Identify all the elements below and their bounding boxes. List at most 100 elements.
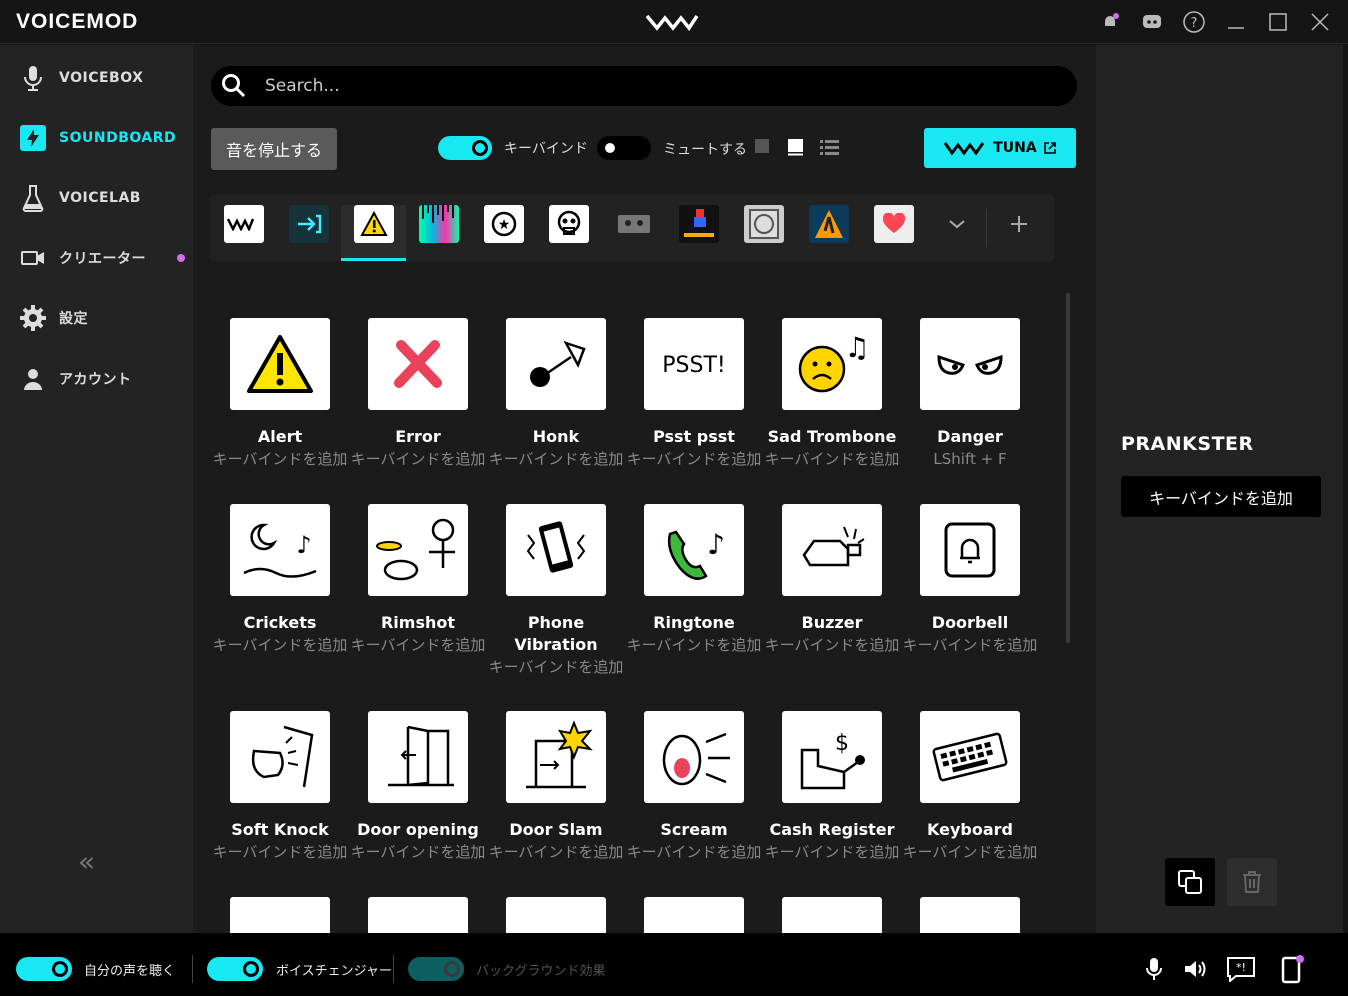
add-keybind-link[interactable]: キーバインドを追加 — [625, 634, 763, 656]
list-view-icon[interactable] — [819, 138, 841, 156]
speaker-icon[interactable] — [1180, 953, 1212, 985]
add-keybind-link[interactable]: キーバインドを追加 — [901, 634, 1039, 656]
tab-cassette[interactable] — [606, 205, 662, 261]
user-icon — [17, 363, 49, 395]
sound-card-soft-knock[interactable]: Soft Knock キーバインドを追加 — [211, 711, 349, 863]
sidebar-item-creator[interactable]: クリエーター — [0, 236, 193, 280]
divider — [393, 955, 394, 983]
add-keybind-link[interactable]: キーバインドを追加 — [487, 656, 625, 678]
large-grid-view-icon[interactable] — [787, 138, 805, 156]
tab-safe[interactable] — [736, 205, 792, 261]
tab-skull[interactable] — [541, 205, 597, 261]
discord-icon[interactable] — [1138, 8, 1166, 36]
add-keybind-link[interactable]: キーバインドを追加 — [349, 841, 487, 863]
mobile-device-icon[interactable] — [1276, 953, 1308, 985]
sound-card-danger[interactable]: Danger LShift + F — [901, 318, 1039, 470]
voice-changer-toggle[interactable] — [207, 957, 263, 981]
add-keybind-link[interactable]: キーバインドを追加 — [763, 634, 901, 656]
sound-card-doorbell[interactable]: Doorbell キーバインドを追加 — [901, 504, 1039, 656]
sidebar-item-voicelab[interactable]: VOICELAB — [0, 176, 193, 220]
sound-card-partial[interactable] — [230, 897, 330, 933]
sound-card-keyboard[interactable]: Keyboard キーバインドを追加 — [901, 711, 1039, 863]
add-keybind-link[interactable]: キーバインドを追加 — [211, 448, 349, 470]
delete-button[interactable] — [1227, 858, 1277, 906]
tab-retro-game[interactable] — [671, 205, 727, 261]
search-input[interactable] — [265, 76, 965, 96]
maximize-icon[interactable] — [1264, 8, 1292, 36]
small-grid-view-icon[interactable] — [754, 138, 772, 156]
microphone-icon — [17, 62, 49, 94]
tab-prankster[interactable] — [341, 205, 406, 261]
sound-card-buzzer[interactable]: Buzzer キーバインドを追加 — [763, 504, 901, 656]
duplicate-button[interactable] — [1165, 858, 1215, 906]
sound-card-partial[interactable] — [782, 897, 882, 933]
tab-exit[interactable] — [281, 205, 337, 261]
sidebar-item-settings[interactable]: 設定 — [0, 296, 193, 340]
title-bar: VOICEMOD ? — [0, 0, 1348, 44]
background-effects-toggle[interactable] — [408, 957, 464, 981]
gear-icon — [17, 302, 49, 334]
sidebar-item-soundboard[interactable]: SOUNDBOARD — [0, 116, 193, 160]
hear-myself-toggle[interactable] — [16, 957, 72, 981]
bottom-bar: 自分の声を聴く ボイスチェンジャー バックグラウンド効果 *! — [0, 933, 1348, 996]
add-keybind-link[interactable]: キーバインドを追加 — [487, 448, 625, 470]
keybind-text[interactable]: LShift + F — [901, 448, 1039, 470]
notification-bell-icon[interactable] — [1096, 8, 1124, 36]
background-effects-label: バックグラウンド効果 — [476, 964, 606, 979]
add-keybind-link[interactable]: キーバインドを追加 — [625, 841, 763, 863]
sound-card-door-slam[interactable]: Door Slam キーバインドを追加 — [487, 711, 625, 863]
sound-card-error[interactable]: Error キーバインドを追加 — [349, 318, 487, 470]
add-keybind-link[interactable]: キーバインドを追加 — [763, 841, 901, 863]
minimize-icon[interactable] — [1222, 8, 1250, 36]
soundboard-chat-icon[interactable]: *! — [1225, 953, 1257, 985]
sound-card-partial[interactable] — [644, 897, 744, 933]
sound-card-rimshot[interactable]: Rimshot キーバインドを追加 — [349, 504, 487, 656]
tab-star-face[interactable]: ★ — [476, 205, 532, 261]
sound-card-psst-psst[interactable]: PSST! Psst psst キーバインドを追加 — [625, 318, 763, 470]
add-keybind-link[interactable]: キーバインドを追加 — [763, 448, 901, 470]
tab-favorites[interactable] — [866, 205, 922, 261]
add-keybind-link[interactable]: キーバインドを追加 — [349, 448, 487, 470]
scrollbar[interactable] — [1066, 293, 1070, 643]
add-keybind-link[interactable]: キーバインドを追加 — [901, 841, 1039, 863]
close-icon[interactable] — [1306, 8, 1334, 36]
sound-card-phone-vibration[interactable]: Phone Vibration キーバインドを追加 — [487, 504, 625, 678]
tab-voicemod[interactable] — [216, 205, 272, 261]
add-keybind-link[interactable]: キーバインドを追加 — [211, 841, 349, 863]
add-keybind-link[interactable]: キーバインドを追加 — [211, 634, 349, 656]
keybind-toggle[interactable] — [438, 136, 492, 160]
sound-card-scream[interactable]: Scream キーバインドを追加 — [625, 711, 763, 863]
tab-equalizer[interactable] — [411, 205, 467, 261]
help-icon[interactable]: ? — [1180, 8, 1208, 36]
sidebar-item-voicebox[interactable]: VOICEBOX — [0, 56, 193, 100]
soundboard-main: 音を停止する キーバインド ミュートする TUNA ★ Alert キーバイン — [193, 45, 1096, 933]
tab-horror[interactable] — [801, 205, 857, 261]
microphone-icon[interactable] — [1138, 953, 1170, 985]
sound-card-partial[interactable] — [368, 897, 468, 933]
more-tabs-chevron-down-icon[interactable] — [929, 205, 985, 261]
red-x-icon — [368, 318, 468, 410]
sound-card-partial[interactable] — [920, 897, 1020, 933]
sound-card-honk[interactable]: Honk キーバインドを追加 — [487, 318, 625, 470]
collapse-sidebar-icon[interactable]: « — [78, 845, 95, 878]
sound-card-door-opening[interactable]: Door opening キーバインドを追加 — [349, 711, 487, 863]
sound-card-alert[interactable]: Alert キーバインドを追加 — [211, 318, 349, 470]
sidebar-item-account[interactable]: アカウント — [0, 357, 193, 401]
screaming-mouth-icon — [644, 711, 744, 803]
sound-card-crickets[interactable]: ♪ Crickets キーバインドを追加 — [211, 504, 349, 656]
sound-card-partial[interactable] — [506, 897, 606, 933]
add-keybind-link[interactable]: キーバインドを追加 — [487, 841, 625, 863]
mute-toggle[interactable] — [597, 136, 651, 160]
tuna-button[interactable]: TUNA — [924, 128, 1076, 168]
sound-card-sad-trombone[interactable]: ♫ Sad Trombone キーバインドを追加 — [763, 318, 901, 470]
vibrating-phone-icon — [506, 504, 606, 596]
svg-text:★: ★ — [498, 217, 511, 233]
add-keybind-button[interactable]: キーバインドを追加 — [1121, 476, 1321, 517]
add-keybind-link[interactable]: キーバインドを追加 — [349, 634, 487, 656]
add-soundboard-plus-icon[interactable] — [991, 205, 1047, 261]
stop-sounds-button[interactable]: 音を停止する — [211, 128, 337, 170]
sound-card-cash-register[interactable]: $ Cash Register キーバインドを追加 — [763, 711, 901, 863]
svg-text:*!: *! — [1236, 961, 1246, 974]
add-keybind-link[interactable]: キーバインドを追加 — [625, 448, 763, 470]
sound-card-ringtone[interactable]: ♪ Ringtone キーバインドを追加 — [625, 504, 763, 656]
